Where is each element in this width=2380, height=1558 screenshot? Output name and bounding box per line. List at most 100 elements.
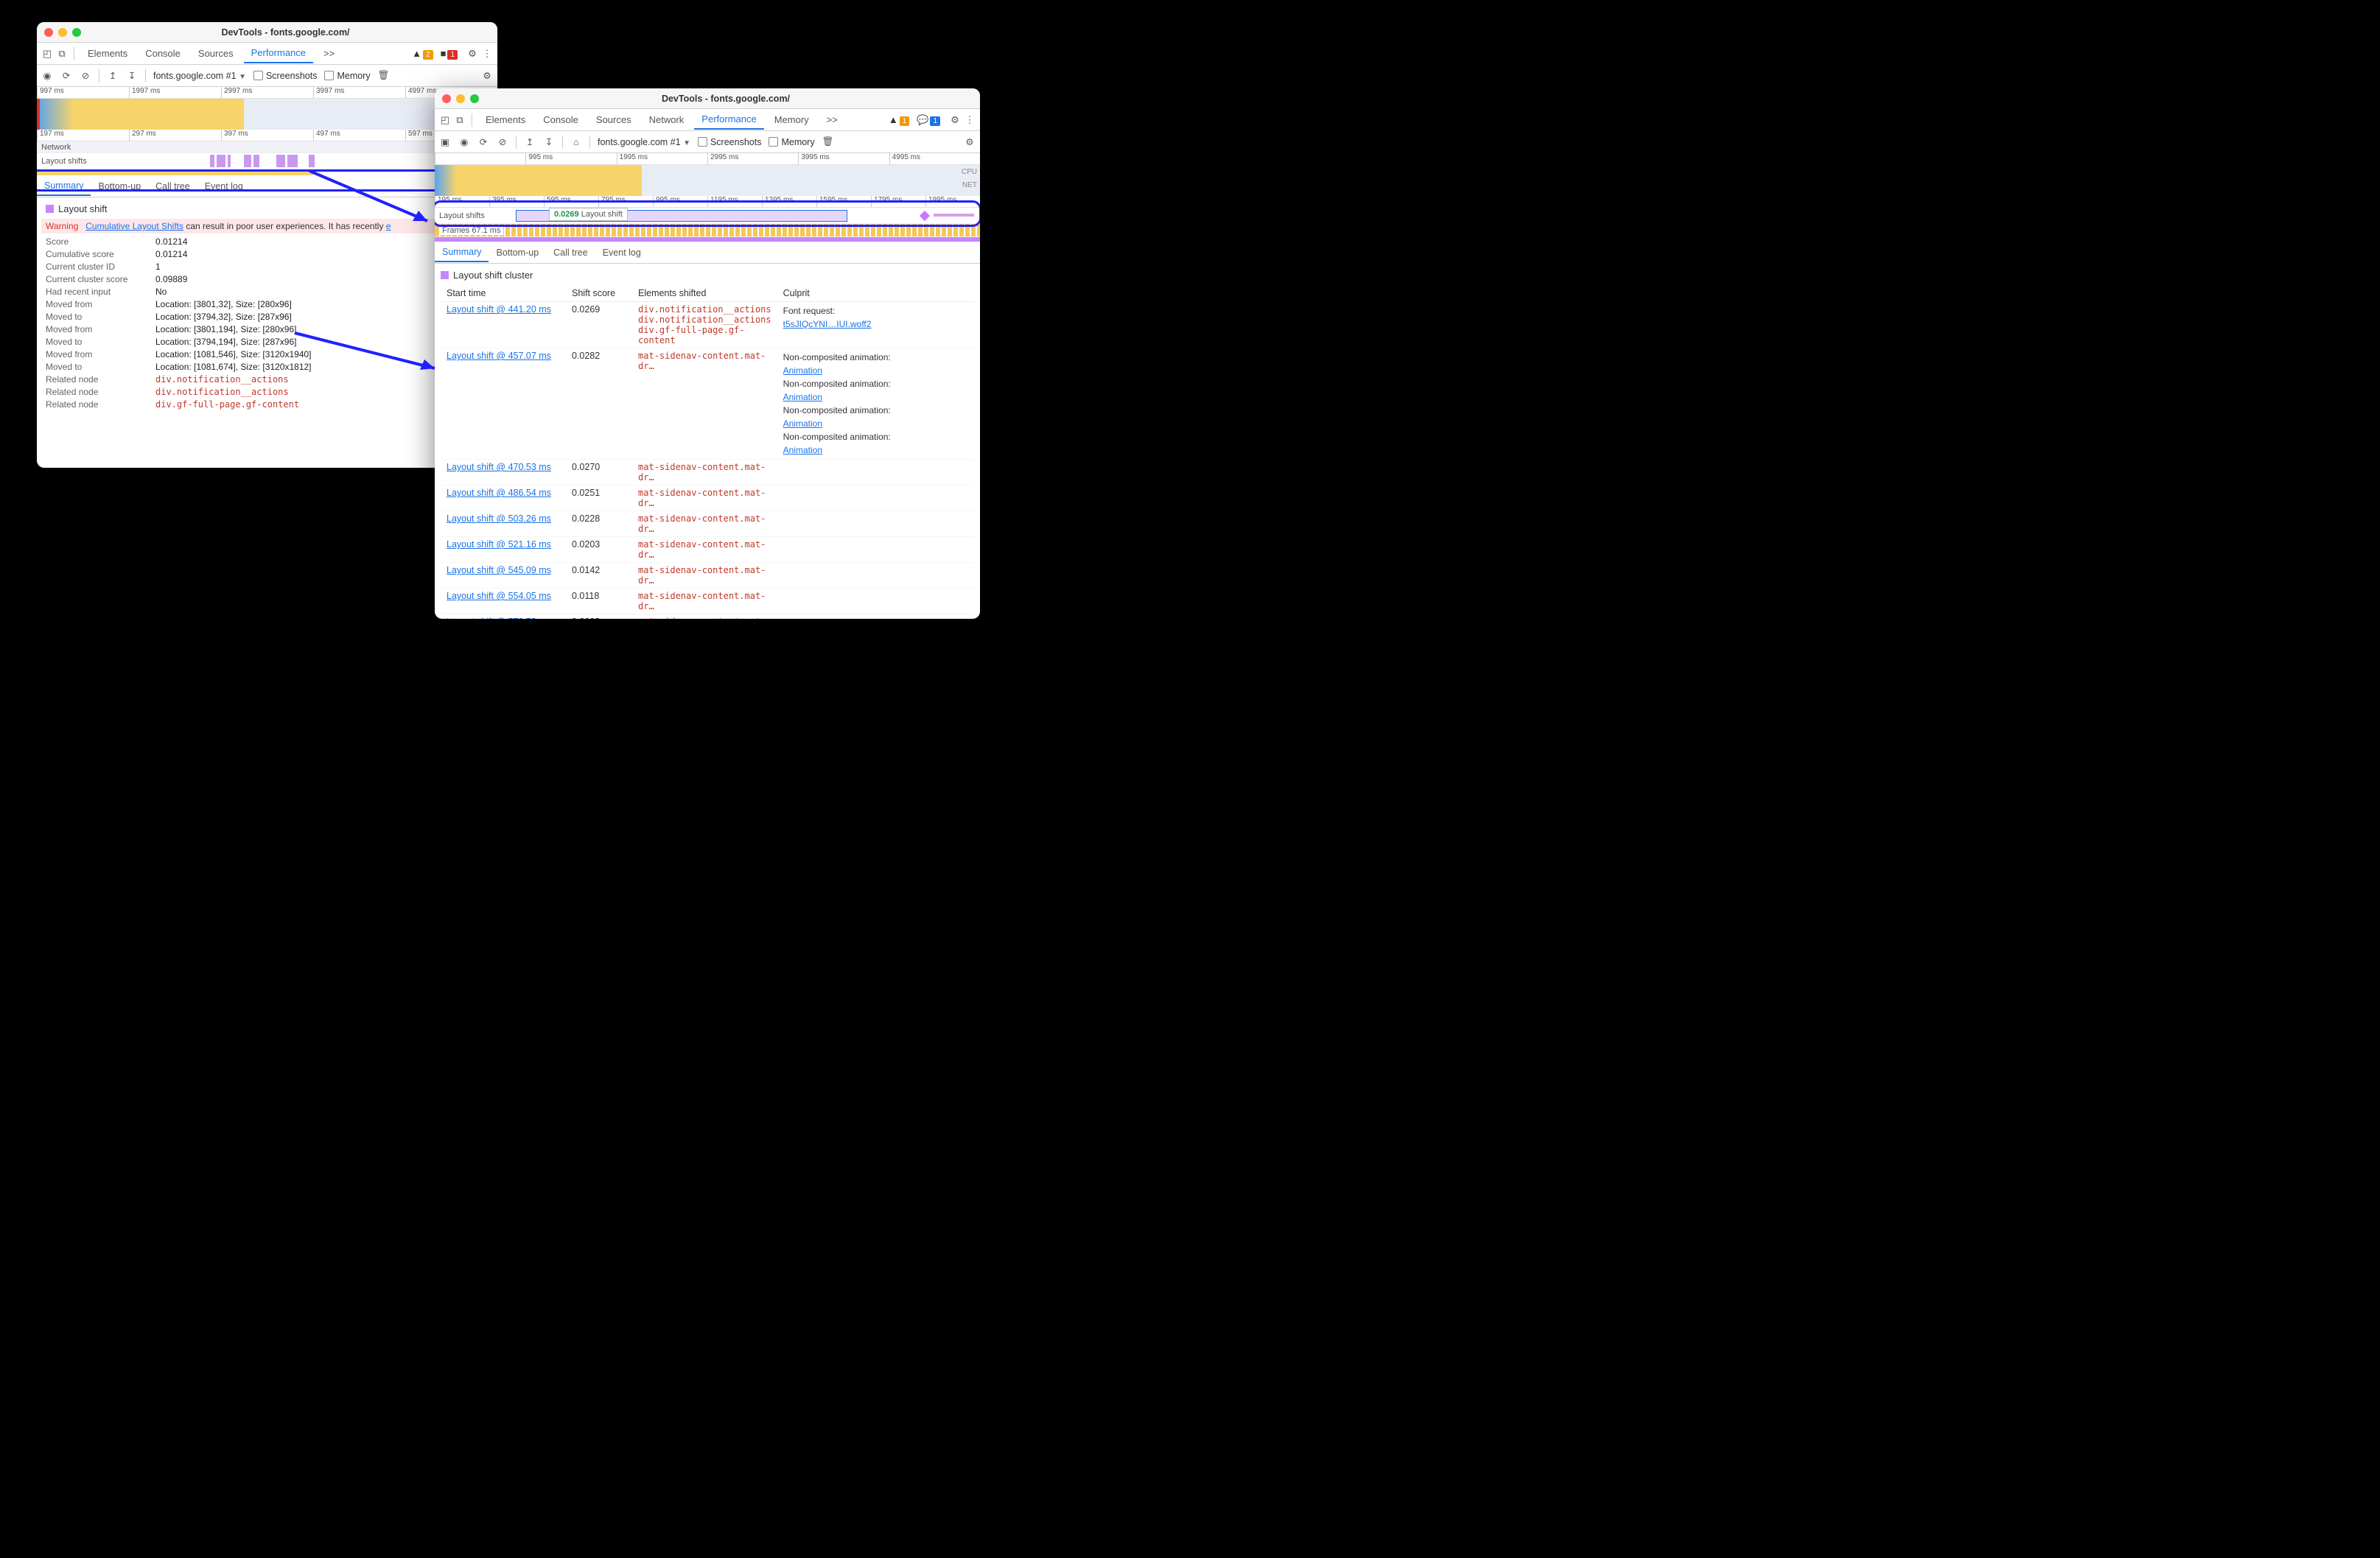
tab-bottom-up[interactable]: Bottom-up bbox=[489, 244, 546, 262]
more-link[interactable]: e bbox=[386, 221, 391, 231]
screenshots-checkbox[interactable]: Screenshots bbox=[698, 137, 761, 147]
overview-timeline[interactable]: 995 ms1995 ms2995 ms3995 ms4995 ms CPU N… bbox=[435, 153, 980, 196]
titlebar[interactable]: DevTools - fonts.google.com/ bbox=[435, 88, 980, 109]
info-badge[interactable]: 💬1 bbox=[917, 114, 940, 126]
layout-shift-link[interactable]: Layout shift @ 457.07 ms bbox=[447, 351, 551, 361]
gear-icon[interactable]: ⚙ bbox=[481, 70, 493, 82]
tab-elements[interactable]: Elements bbox=[478, 110, 533, 129]
element-link[interactable]: div.notification__actions bbox=[638, 315, 771, 325]
inspect-icon[interactable]: ◰ bbox=[439, 114, 451, 126]
toggle-sidebar-icon[interactable]: ▣ bbox=[439, 136, 451, 148]
layout-shifts-track[interactable]: Layout shifts bbox=[37, 153, 497, 169]
warnings-badge[interactable]: ▲1 bbox=[889, 114, 909, 125]
tab-summary[interactable]: Summary bbox=[37, 177, 91, 196]
tabs-overflow[interactable]: >> bbox=[316, 44, 342, 63]
garbage-icon[interactable]: 🗑 bbox=[378, 70, 390, 82]
element-link[interactable]: mat-sidenav-content.mat-dr… bbox=[638, 513, 766, 534]
home-icon[interactable]: ⌂ bbox=[570, 136, 582, 148]
element-link[interactable]: mat-sidenav-content.mat-dr… bbox=[638, 462, 766, 483]
maximize-icon[interactable] bbox=[72, 28, 81, 37]
tab-event-log[interactable]: Event log bbox=[595, 244, 648, 262]
upload-icon[interactable]: ↥ bbox=[524, 136, 536, 148]
reload-icon[interactable]: ⟳ bbox=[477, 136, 489, 148]
culprit-link[interactable]: t5sJIQcYNI…IUI.woff2 bbox=[783, 319, 872, 329]
layout-shift-link[interactable]: Layout shift @ 441.20 ms bbox=[447, 304, 551, 315]
download-icon[interactable]: ↧ bbox=[543, 136, 555, 148]
element-link[interactable]: mat-sidenav-content.mat-dr… bbox=[638, 488, 766, 508]
close-icon[interactable] bbox=[44, 28, 53, 37]
gear-icon[interactable]: ⚙ bbox=[949, 114, 961, 126]
recording-selector[interactable]: fonts.google.com #1 ▼ bbox=[153, 71, 246, 81]
clear-icon[interactable]: ⊘ bbox=[80, 70, 91, 82]
layout-shift-link[interactable]: Layout shift @ 570.53 ms bbox=[447, 617, 551, 619]
element-link[interactable]: mat-sidenav-content.mat-dr… bbox=[638, 591, 766, 611]
element-link[interactable]: mat-sidenav-content.mat-dr… bbox=[638, 565, 766, 586]
gear-icon[interactable]: ⚙ bbox=[964, 136, 976, 148]
titlebar[interactable]: DevTools - fonts.google.com/ bbox=[37, 22, 497, 43]
layout-shift-link[interactable]: Layout shift @ 486.54 ms bbox=[447, 488, 551, 498]
layout-shift-link[interactable]: Layout shift @ 554.05 ms bbox=[447, 591, 551, 601]
culprit-link[interactable]: Animation bbox=[783, 365, 822, 376]
tab-memory[interactable]: Memory bbox=[767, 110, 816, 129]
errors-badge[interactable]: ■1 bbox=[441, 48, 458, 59]
maximize-icon[interactable] bbox=[470, 94, 479, 103]
culprit-link[interactable]: Animation bbox=[783, 445, 822, 455]
device-icon[interactable]: ⧉ bbox=[56, 48, 68, 60]
traffic-lights[interactable] bbox=[44, 28, 81, 37]
tab-call-tree[interactable]: Call tree bbox=[148, 178, 197, 195]
minimize-icon[interactable] bbox=[58, 28, 67, 37]
tab-sources[interactable]: Sources bbox=[191, 44, 241, 63]
warnings-badge[interactable]: ▲2 bbox=[412, 48, 433, 59]
culprit-link[interactable]: Animation bbox=[783, 392, 822, 402]
clear-icon[interactable]: ⊘ bbox=[497, 136, 508, 148]
tab-bottom-up[interactable]: Bottom-up bbox=[91, 178, 148, 195]
garbage-icon[interactable]: 🗑 bbox=[822, 136, 834, 148]
cls-link[interactable]: Cumulative Layout Shifts bbox=[85, 221, 183, 231]
tab-summary[interactable]: Summary bbox=[435, 243, 489, 262]
traffic-lights[interactable] bbox=[442, 94, 479, 103]
upload-icon[interactable]: ↥ bbox=[107, 70, 119, 82]
frames-track[interactable]: Frames 67.1 ms bbox=[435, 224, 980, 237]
tab-console[interactable]: Console bbox=[536, 110, 586, 129]
kebab-icon[interactable]: ⋮ bbox=[481, 48, 493, 60]
close-icon[interactable] bbox=[442, 94, 451, 103]
tab-performance[interactable]: Performance bbox=[694, 110, 763, 130]
tab-event-log[interactable]: Event log bbox=[197, 178, 251, 195]
recording-selector[interactable]: fonts.google.com #1 ▼ bbox=[598, 137, 690, 147]
overview-timeline[interactable]: 997 ms1997 ms2997 ms3997 ms4997 ms bbox=[37, 87, 497, 130]
tab-console[interactable]: Console bbox=[138, 44, 188, 63]
element-link[interactable]: div.gf-full-page.gf-content bbox=[638, 325, 745, 345]
record-icon[interactable]: ◉ bbox=[458, 136, 470, 148]
element-link[interactable]: mat-sidenav-content.mat-dr… bbox=[638, 617, 766, 619]
layout-shift-link[interactable]: Layout shift @ 470.53 ms bbox=[447, 462, 551, 472]
layout-shift-link[interactable]: Layout shift @ 503.26 ms bbox=[447, 513, 551, 524]
culprit-link[interactable]: Animation bbox=[783, 418, 822, 429]
network-track[interactable]: Network bbox=[37, 141, 497, 153]
layout-shift-link[interactable]: Layout shift @ 545.09 ms bbox=[447, 565, 551, 575]
screenshots-checkbox[interactable]: Screenshots bbox=[253, 71, 317, 81]
kebab-icon[interactable]: ⋮ bbox=[964, 114, 976, 126]
gear-icon[interactable]: ⚙ bbox=[466, 48, 478, 60]
tab-elements[interactable]: Elements bbox=[80, 44, 135, 63]
reload-icon[interactable]: ⟳ bbox=[60, 70, 72, 82]
minimize-icon[interactable] bbox=[456, 94, 465, 103]
download-icon[interactable]: ↧ bbox=[126, 70, 138, 82]
layout-shift-link[interactable]: Layout shift @ 521.16 ms bbox=[447, 539, 551, 550]
memory-checkbox[interactable]: Memory bbox=[769, 137, 814, 147]
element-link[interactable]: div.notification__actions bbox=[155, 387, 289, 397]
element-link[interactable]: mat-sidenav-content.mat-dr… bbox=[638, 351, 766, 371]
tab-sources[interactable]: Sources bbox=[589, 110, 639, 129]
tab-performance[interactable]: Performance bbox=[244, 43, 313, 63]
element-link[interactable]: div.gf-full-page.gf-content bbox=[155, 399, 299, 410]
element-link[interactable]: div.notification__actions bbox=[638, 304, 771, 315]
device-icon[interactable]: ⧉ bbox=[454, 114, 466, 126]
tab-network[interactable]: Network bbox=[642, 110, 692, 129]
tab-call-tree[interactable]: Call tree bbox=[546, 244, 595, 262]
element-link[interactable]: div.notification__actions bbox=[155, 374, 289, 385]
memory-checkbox[interactable]: Memory bbox=[324, 71, 370, 81]
record-icon[interactable]: ◉ bbox=[41, 70, 53, 82]
element-link[interactable]: mat-sidenav-content.mat-dr… bbox=[638, 539, 766, 560]
layout-shifts-track[interactable]: Layout shifts 0.0269 Layout shift bbox=[435, 208, 980, 224]
tabs-overflow[interactable]: >> bbox=[819, 110, 845, 129]
inspect-icon[interactable]: ◰ bbox=[41, 48, 53, 60]
